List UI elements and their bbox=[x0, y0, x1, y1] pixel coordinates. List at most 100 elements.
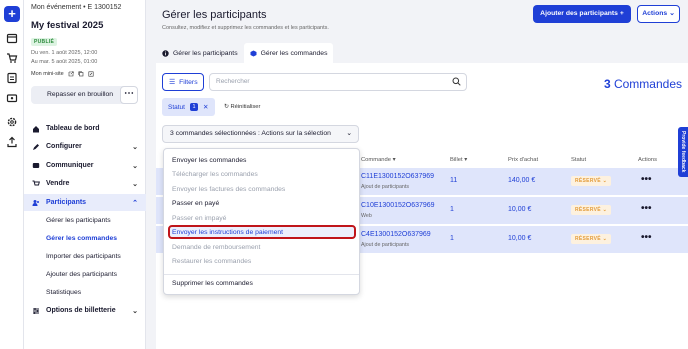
tab-orders[interactable]: Gérer les commandes bbox=[243, 43, 334, 63]
menu-item-download-orders[interactable]: Télécharger les commandes bbox=[172, 171, 258, 178]
order-id[interactable]: C4E1300152O637969 bbox=[361, 231, 431, 238]
ticket-count: 1 bbox=[450, 235, 454, 242]
status-label: RÉSERVÉ bbox=[575, 207, 601, 213]
ticket-count: 1 bbox=[450, 206, 454, 213]
actions-button[interactable]: Actions ⌄ bbox=[637, 5, 680, 23]
row-actions-button[interactable]: ••• bbox=[641, 232, 652, 243]
add-participants-button[interactable]: Ajouter des participants + bbox=[533, 5, 631, 23]
copy-icon[interactable] bbox=[78, 71, 84, 77]
order-source: Ajout de participants bbox=[361, 184, 409, 190]
statut-filter-chip[interactable]: Statut 1 ✕ bbox=[162, 98, 215, 116]
event-date-end: Au mar. 5 août 2025, 01:00 bbox=[31, 59, 98, 65]
edit-icon[interactable] bbox=[88, 71, 94, 77]
nav-participants-label: Participants bbox=[46, 199, 87, 206]
status-badge[interactable]: RÉSERVÉ ⌄ bbox=[571, 205, 612, 215]
sub-add-participants[interactable]: Ajouter des participants bbox=[46, 271, 117, 278]
nav-ticketing-options[interactable]: Options de billetterie ⌄ bbox=[24, 302, 146, 319]
bulk-actions-label: 3 commandes sélectionnées : Actions sur … bbox=[170, 130, 331, 137]
order-price: 10,00 € bbox=[508, 235, 532, 242]
external-link-icon[interactable] bbox=[68, 71, 74, 77]
page-title: Gérer les participants bbox=[162, 9, 267, 21]
pencil-icon bbox=[33, 143, 39, 150]
col-ticket[interactable]: Billet ▾ bbox=[450, 157, 467, 163]
search-placeholder: Rechercher bbox=[216, 78, 250, 85]
tab-orders-label: Gérer les commandes bbox=[260, 49, 328, 57]
menu-item-restore-orders[interactable]: Restaurer les commandes bbox=[172, 258, 251, 265]
menu-item-mark-paid[interactable]: Passer en payé bbox=[172, 200, 219, 207]
nav-sell[interactable]: Vendre ⌄ bbox=[24, 175, 146, 192]
menu-divider bbox=[164, 274, 359, 275]
row-actions-button[interactable]: ••• bbox=[641, 174, 652, 185]
nav-configure-label: Configurer bbox=[46, 143, 82, 150]
nav-dashboard-label: Tableau de bord bbox=[46, 125, 100, 132]
sub-import-participants[interactable]: Importer des participants bbox=[46, 253, 121, 260]
draft-button[interactable]: Repasser en brouillon bbox=[31, 86, 129, 104]
feedback-tab[interactable]: Provide feedback bbox=[678, 127, 688, 177]
nav-dashboard[interactable]: Tableau de bord bbox=[24, 120, 146, 137]
order-source: Web bbox=[361, 213, 372, 219]
statut-label: Statut bbox=[168, 103, 185, 111]
filters-label: Filters bbox=[179, 78, 198, 86]
gear-icon[interactable] bbox=[6, 116, 18, 128]
chevron-down-icon: ⌄ bbox=[132, 307, 138, 315]
sub-manage-participants[interactable]: Gérer les participants bbox=[46, 217, 111, 224]
nav-configure[interactable]: Configurer ⌄ bbox=[24, 138, 146, 155]
menu-item-mark-unpaid[interactable]: Passer en impayé bbox=[172, 215, 226, 222]
minisite-link[interactable]: Mon mini-site bbox=[31, 71, 94, 77]
actions-label: Actions bbox=[642, 10, 668, 17]
bulk-actions-button[interactable]: 3 commandes sélectionnées : Actions sur … bbox=[162, 125, 359, 143]
row-actions-button[interactable]: ••• bbox=[641, 203, 652, 214]
sub-manage-orders[interactable]: Gérer les commandes bbox=[46, 235, 117, 242]
status-badge: PUBLIÉ bbox=[31, 38, 58, 46]
sliders-icon bbox=[33, 307, 39, 314]
order-id[interactable]: C11E1300152O637969 bbox=[361, 173, 434, 180]
nav-participants[interactable]: Participants ⌃ bbox=[24, 194, 146, 211]
cart-icon[interactable] bbox=[6, 52, 18, 64]
chevron-down-icon: ⌄ bbox=[132, 162, 138, 170]
bulk-actions-menu: Envoyer les commandes Télécharger les co… bbox=[163, 148, 360, 295]
chevron-down-icon: ⌄ bbox=[669, 10, 675, 17]
menu-item-send-orders[interactable]: Envoyer les commandes bbox=[172, 157, 246, 164]
export-icon[interactable] bbox=[6, 136, 18, 148]
chevron-down-icon: ⌄ bbox=[132, 143, 138, 151]
search-icon[interactable] bbox=[452, 77, 461, 86]
tab-participants[interactable]: Gérer les participants bbox=[156, 43, 244, 63]
statut-count: 1 bbox=[189, 103, 199, 111]
box-icon bbox=[250, 50, 257, 56]
tab-participants-label: Gérer les participants bbox=[173, 49, 238, 57]
menu-item-delete-orders[interactable]: Supprimer les commandes bbox=[172, 280, 253, 287]
nav-communicate-label: Communiquer bbox=[46, 162, 94, 169]
menu-item-send-invoices[interactable]: Envoyer les factures des commandes bbox=[172, 186, 285, 193]
sidebar: Mon événement • E 1300152 My festival 20… bbox=[24, 0, 146, 349]
order-id[interactable]: C10E1300152O637969 bbox=[361, 202, 435, 209]
col-ticket-label: Billet bbox=[450, 157, 463, 163]
create-plus-icon[interactable]: + bbox=[4, 6, 20, 22]
close-icon[interactable]: ✕ bbox=[203, 103, 208, 111]
document-icon[interactable] bbox=[6, 72, 18, 84]
message-icon bbox=[32, 162, 40, 168]
reset-link[interactable]: ↻ Réinitialiser bbox=[224, 104, 260, 110]
more-options-button[interactable]: ⋯ bbox=[120, 86, 138, 104]
refresh-icon: ↻ bbox=[224, 104, 229, 110]
chevron-up-icon: ⌃ bbox=[132, 199, 138, 207]
col-order-label: Commande bbox=[361, 157, 391, 163]
menu-item-refund-request[interactable]: Demande de remboursement bbox=[172, 244, 260, 251]
status-badge[interactable]: RÉSERVÉ ⌄ bbox=[571, 176, 612, 186]
users-icon bbox=[32, 199, 39, 206]
event-label: Mon événement • E 1300152 bbox=[31, 4, 122, 11]
chevron-down-icon: ⌄ bbox=[132, 180, 138, 188]
calendar-icon[interactable] bbox=[6, 32, 18, 44]
nav-ticketing-label: Options de billetterie bbox=[46, 307, 116, 314]
status-badge[interactable]: RÉSERVÉ ⌄ bbox=[571, 234, 612, 244]
ticket-icon[interactable] bbox=[6, 92, 18, 104]
home-icon bbox=[33, 125, 39, 132]
search-input[interactable]: Rechercher bbox=[209, 73, 467, 91]
col-actions: Actions bbox=[638, 157, 658, 163]
menu-item-send-payment-instructions[interactable]: Envoyer les instructions de paiement bbox=[172, 229, 283, 236]
page-subtitle: Consultez, modifiez et supprimez les com… bbox=[162, 25, 329, 31]
nav-communicate[interactable]: Communiquer ⌄ bbox=[24, 157, 146, 174]
filters-button[interactable]: ☰ Filters bbox=[162, 73, 204, 91]
col-order[interactable]: Commande ▾ bbox=[361, 157, 396, 163]
sub-statistics[interactable]: Statistiques bbox=[46, 289, 81, 296]
orders-count-label: Commandes bbox=[613, 77, 682, 91]
